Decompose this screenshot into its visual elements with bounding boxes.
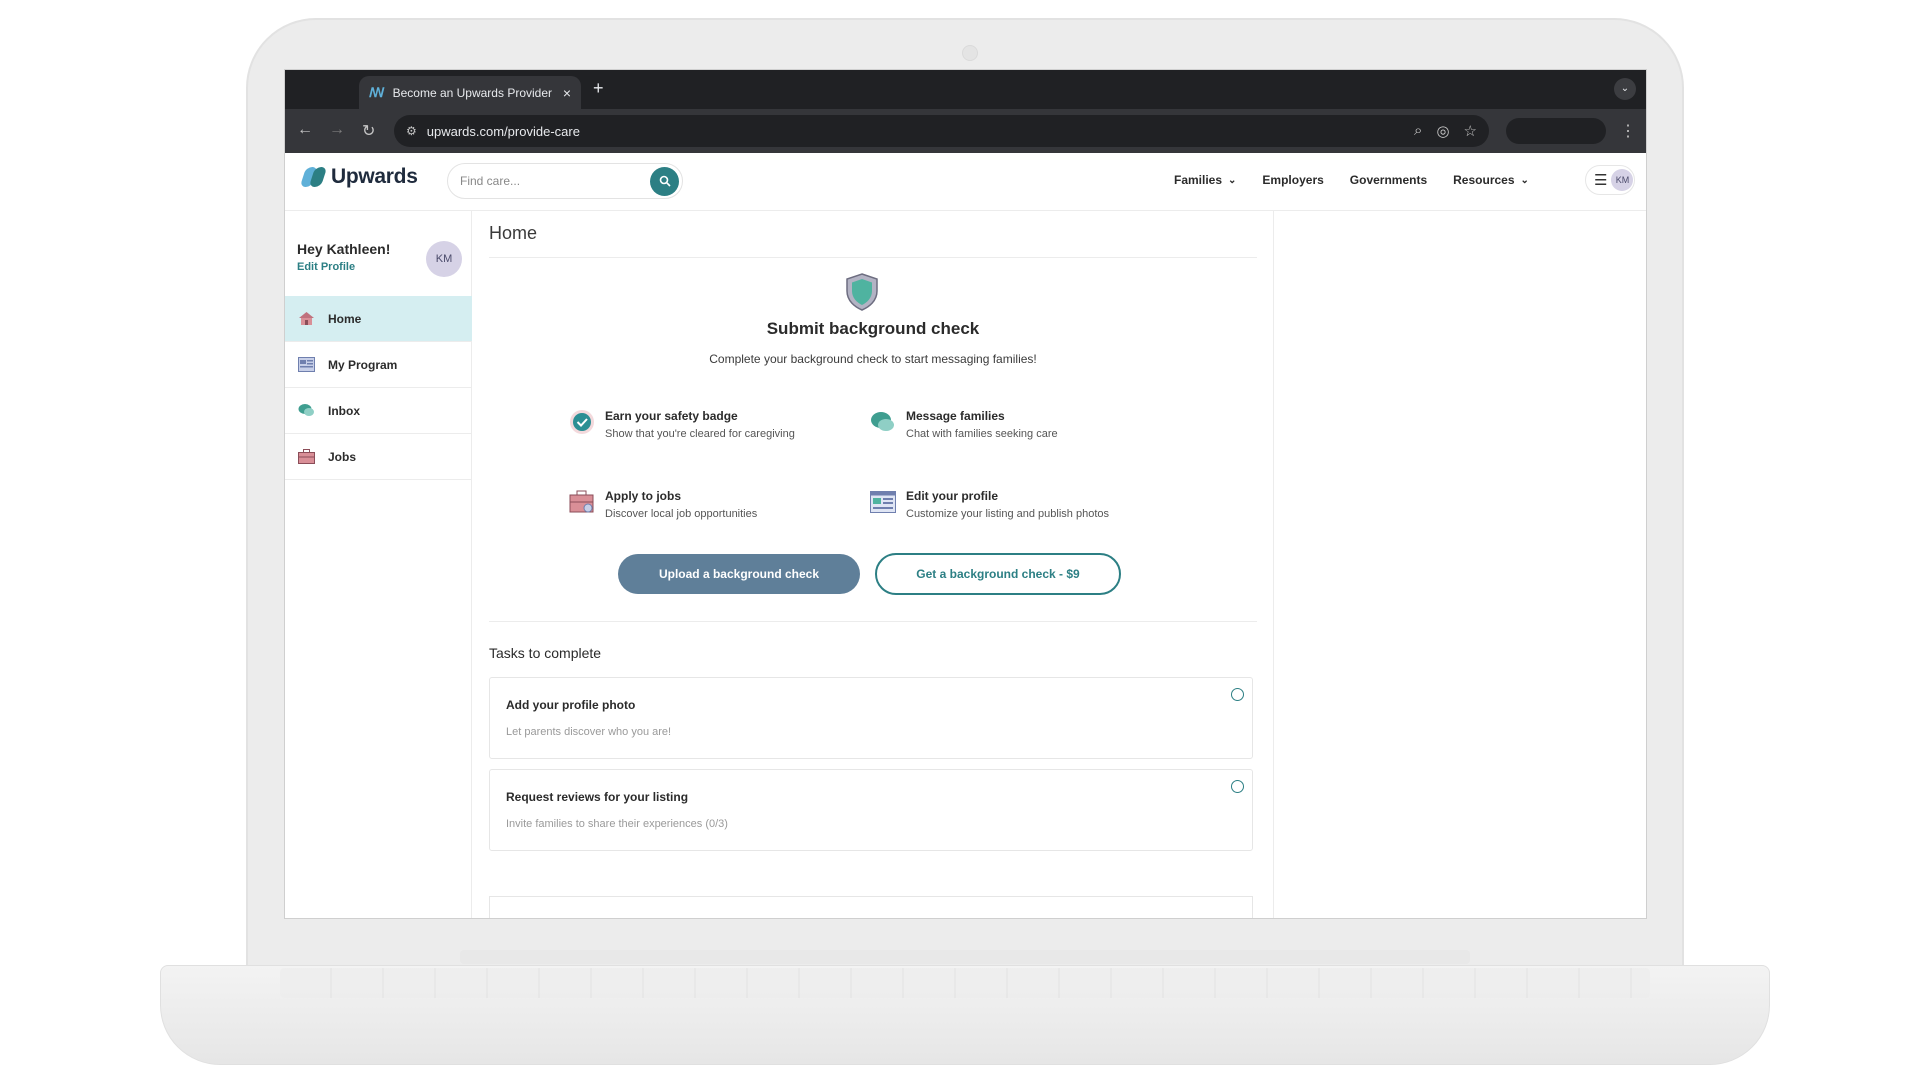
task-title: Request reviews for your listing	[506, 790, 689, 804]
nav-resources-label: Resources	[1453, 173, 1515, 187]
tasks-section-title: Tasks to complete	[489, 645, 602, 661]
feature-edit-profile: Edit your profile Customize your listing…	[870, 489, 1109, 520]
feature-description: Show that you're cleared for caregiving	[605, 428, 795, 440]
feature-title: Message families	[906, 409, 1005, 423]
task-radio[interactable]	[1231, 780, 1244, 793]
screen: ꟿ Become an Upwards Provider × + ⌄ ← → ↻…	[284, 69, 1647, 919]
user-menu-button[interactable]: ☰ KM	[1585, 165, 1635, 195]
nav-families[interactable]: Families ⌄	[1174, 173, 1236, 187]
tab-title: Become an Upwards Provider	[392, 85, 552, 100]
hamburger-menu-icon: ☰	[1594, 172, 1608, 189]
chat-icon	[870, 409, 896, 435]
background-check-subtitle: Complete your background check to start …	[709, 352, 1037, 366]
back-arrow-icon[interactable]: ←	[297, 121, 313, 139]
sidebar-item-jobs[interactable]: Jobs	[285, 434, 472, 480]
search-input[interactable]	[460, 174, 630, 188]
task-card-next	[489, 896, 1253, 918]
task-card-request-reviews[interactable]: Request reviews for your listing Invite …	[489, 769, 1253, 851]
laptop-hinge	[460, 950, 1470, 964]
house-icon	[297, 310, 315, 328]
task-radio[interactable]	[1231, 688, 1244, 701]
feature-description: Customize your listing and publish photo…	[906, 508, 1110, 520]
browser-toolbar: ← → ↻ ⚙ upwards.com/provide-care ⌕ ◎ ☆ ⋮	[285, 109, 1646, 153]
omnibox-actions: ⌕ ◎ ☆	[1414, 122, 1477, 140]
task-description: Invite families to share their experienc…	[506, 818, 728, 830]
task-title: Add your profile photo	[506, 698, 636, 712]
background-check-title: Submit background check	[766, 319, 980, 338]
sidebar-item-label: Jobs	[328, 449, 357, 464]
check-badge-icon	[569, 409, 595, 435]
browser-tab-bar: ꟿ Become an Upwards Provider × + ⌄	[285, 70, 1646, 109]
nav-governments[interactable]: Governments	[1350, 173, 1427, 187]
search-button[interactable]	[650, 167, 679, 196]
sidebar: Hey Kathleen! Edit Profile KM Home My Pr…	[285, 211, 472, 918]
camera	[962, 45, 978, 61]
keyboard	[280, 968, 1650, 998]
avatar: KM	[1611, 169, 1634, 191]
nav-governments-label: Governments	[1349, 173, 1428, 187]
upload-background-check-button[interactable]: Upload a background check	[618, 554, 860, 594]
browser-tab[interactable]: ꟿ Become an Upwards Provider ×	[359, 76, 581, 109]
site-settings-icon[interactable]: ⚙	[406, 124, 417, 138]
browser-menu-icon[interactable]: ⋮	[1620, 121, 1636, 141]
briefcase-icon	[569, 489, 595, 515]
sidebar-avatar: KM	[426, 241, 462, 277]
upwards-favicon-icon: ꟿ	[369, 84, 385, 100]
forward-arrow-icon[interactable]: →	[329, 121, 345, 139]
site-header: Upwards Families ⌄ Employers Governments	[285, 153, 1646, 211]
sidebar-greeting: Hey Kathleen! Edit Profile	[297, 241, 390, 273]
chat-icon	[297, 402, 315, 420]
greeting-text: Hey Kathleen!	[297, 241, 391, 257]
main-nav: Families ⌄ Employers Governments Resourc…	[1174, 173, 1555, 187]
sidebar-item-my-program[interactable]: My Program	[285, 342, 472, 388]
tab-search-chevron-icon[interactable]: ⌄	[1614, 78, 1636, 100]
feature-title: Edit your profile	[906, 489, 999, 503]
browser-profile-pill[interactable]	[1506, 118, 1606, 144]
reload-icon[interactable]: ↻	[362, 121, 375, 141]
nav-resources[interactable]: Resources ⌄	[1453, 173, 1529, 187]
feature-safety-badge: Earn your safety badge Show that you're …	[569, 409, 795, 440]
program-icon	[297, 356, 315, 374]
eye-off-icon[interactable]: ◎	[1436, 122, 1449, 140]
url-text: upwards.com/provide-care	[426, 123, 580, 139]
close-tab-icon[interactable]: ×	[563, 85, 571, 101]
chevron-down-icon: ⌄	[1228, 174, 1237, 186]
feature-description: Discover local job opportunities	[605, 508, 758, 520]
get-background-check-button[interactable]: Get a background check - $9	[875, 553, 1121, 595]
right-column-divider	[1273, 211, 1274, 918]
nav-families-label: Families	[1174, 173, 1223, 187]
briefcase-icon	[297, 448, 315, 466]
bookmark-star-icon[interactable]: ☆	[1464, 122, 1477, 140]
sidebar-item-label: Inbox	[328, 403, 360, 418]
feature-description: Chat with families seeking care	[906, 428, 1058, 440]
nav-employers[interactable]: Employers	[1262, 173, 1323, 187]
page-title: Home	[489, 223, 538, 243]
main-content: Home Submit background check Complete yo…	[489, 211, 1257, 918]
find-care-search	[447, 163, 683, 199]
edit-profile-link[interactable]: Edit Profile	[297, 261, 390, 273]
zoom-icon[interactable]: ⌕	[1414, 122, 1422, 140]
logo-text: Upwards	[331, 165, 418, 188]
profile-card-icon	[870, 489, 896, 515]
address-bar[interactable]: ⚙ upwards.com/provide-care ⌕ ◎ ☆	[394, 115, 1489, 147]
upwards-logo-icon	[299, 165, 328, 189]
search-icon	[659, 175, 671, 187]
task-description: Let parents discover who you are!	[506, 726, 672, 738]
feature-title: Earn your safety badge	[605, 409, 738, 423]
shield-icon	[845, 273, 879, 316]
divider	[489, 621, 1257, 622]
nav-employers-label: Employers	[1262, 173, 1324, 187]
sidebar-item-inbox[interactable]: Inbox	[285, 388, 472, 434]
new-tab-button[interactable]: +	[593, 78, 604, 99]
sidebar-item-home[interactable]: Home	[285, 296, 472, 342]
sidebar-item-label: Home	[328, 311, 362, 326]
feature-message-families: Message families Chat with families seek…	[870, 409, 1058, 440]
task-card-profile-photo[interactable]: Add your profile photo Let parents disco…	[489, 677, 1253, 759]
feature-apply-jobs: Apply to jobs Discover local job opportu…	[569, 489, 757, 520]
upwards-logo[interactable]: Upwards	[299, 165, 418, 189]
chevron-down-icon: ⌄	[1520, 174, 1529, 186]
feature-title: Apply to jobs	[605, 489, 681, 503]
divider	[489, 257, 1257, 258]
sidebar-item-label: My Program	[328, 357, 398, 372]
